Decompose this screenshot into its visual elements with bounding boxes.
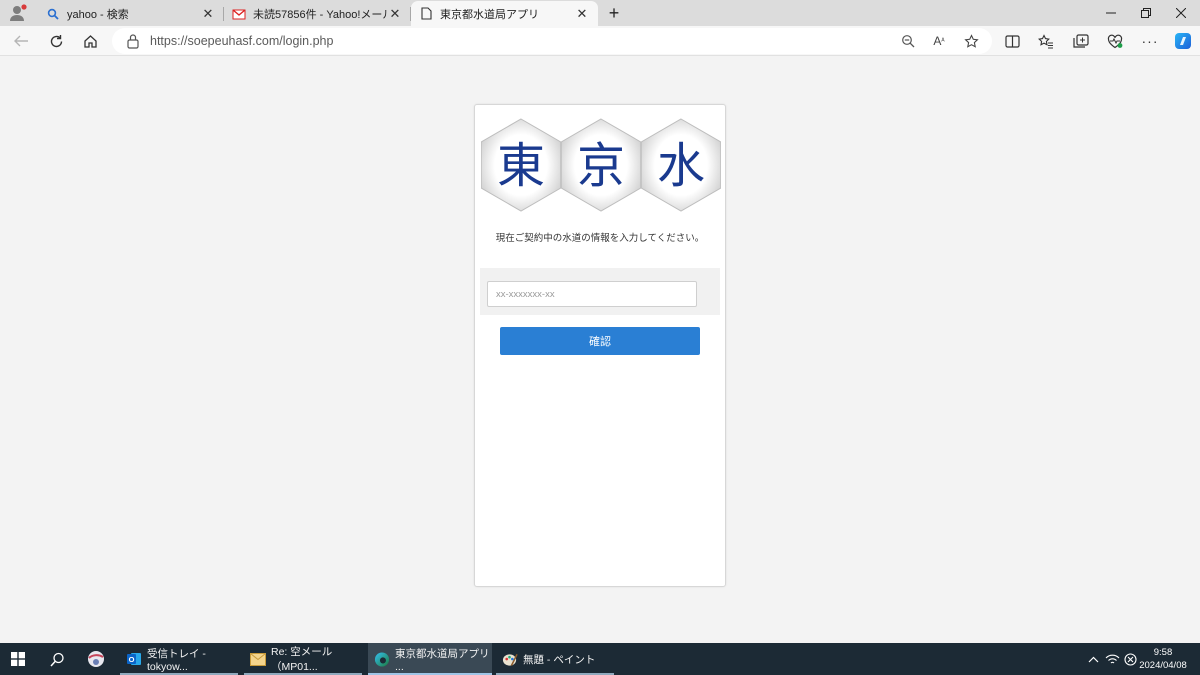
wifi-icon[interactable] bbox=[1104, 651, 1120, 667]
login-card: 東京水 現在ご契約中の水道の情報を入力してください。 確認 bbox=[474, 104, 726, 587]
minimize-icon[interactable] bbox=[1092, 0, 1130, 26]
logo-character: 水 bbox=[657, 138, 705, 194]
edge-icon bbox=[374, 651, 390, 667]
logo-graphic: 東京水 bbox=[480, 118, 722, 212]
confirm-button[interactable]: 確認 bbox=[500, 327, 700, 355]
clock-date: 2024/04/08 bbox=[1139, 660, 1187, 671]
taskbar-clock[interactable]: 9:58 2024/04/08 bbox=[1134, 646, 1192, 672]
address-bar[interactable]: https://soepeuhasf.com/login.php Aᴬ bbox=[112, 28, 992, 54]
windows-taskbar: O 受信トレイ - tokyow... Re: 空メール（MP01... 東京都… bbox=[0, 643, 1200, 675]
yahoo-mail-icon bbox=[232, 7, 246, 21]
split-screen-icon[interactable] bbox=[1001, 30, 1023, 52]
collections-icon[interactable] bbox=[1070, 30, 1092, 52]
browser-essentials-icon[interactable] bbox=[1104, 30, 1126, 52]
home-icon[interactable] bbox=[79, 30, 101, 52]
clock-time: 9:58 bbox=[1153, 647, 1173, 658]
tab-tokyo-water-app[interactable]: 東京都水道局アプリ ✕ bbox=[411, 1, 598, 26]
taskbar-app-label: 東京都水道局アプリ ... bbox=[395, 647, 490, 673]
taskbar-app-edge[interactable]: 東京都水道局アプリ ... bbox=[368, 643, 492, 675]
new-tab-icon[interactable]: + bbox=[604, 3, 624, 23]
page-content: 東京水 現在ご契約中の水道の情報を入力してください。 確認 bbox=[0, 57, 1200, 641]
outlook-icon: O bbox=[126, 651, 142, 667]
customer-number-input[interactable] bbox=[487, 281, 697, 307]
taskbar-app-label: 無題 - ペイント bbox=[523, 653, 596, 666]
close-tab-icon[interactable]: ✕ bbox=[574, 6, 590, 22]
read-aloud-icon[interactable]: Aᴬ bbox=[929, 31, 949, 51]
taskbar-app-outlook[interactable]: O 受信トレイ - tokyow... bbox=[120, 643, 238, 675]
url-text[interactable]: https://soepeuhasf.com/login.php bbox=[150, 34, 333, 48]
browser-toolbar: https://soepeuhasf.com/login.php Aᴬ ··· bbox=[0, 26, 1200, 56]
zoom-out-icon[interactable] bbox=[898, 31, 918, 51]
more-options-icon[interactable]: ··· bbox=[1139, 30, 1161, 52]
tab-yahoo-mail[interactable]: 未読57856件 - Yahoo!メール ✕ bbox=[224, 1, 411, 26]
tab-label: 東京都水道局アプリ bbox=[440, 8, 539, 21]
profile-avatar-icon[interactable] bbox=[8, 3, 28, 23]
windows-start-icon[interactable] bbox=[6, 647, 30, 671]
taskbar-app-label: 受信トレイ - tokyow... bbox=[147, 647, 206, 673]
lock-icon[interactable] bbox=[126, 33, 140, 49]
widget-app-icon[interactable] bbox=[84, 647, 108, 671]
logo-character: 東 bbox=[497, 138, 545, 194]
mail-icon bbox=[250, 651, 266, 667]
favorites-icon[interactable] bbox=[1035, 30, 1057, 52]
close-tab-icon[interactable]: ✕ bbox=[387, 6, 403, 22]
tab-label: yahoo - 検索 bbox=[67, 8, 129, 21]
search-icon[interactable] bbox=[45, 647, 69, 671]
tab-label: 未読57856件 - Yahoo!メール bbox=[253, 8, 387, 21]
paint-icon bbox=[502, 651, 518, 667]
tokyo-water-logo: 東京水 bbox=[480, 117, 722, 213]
browser-tab-strip: yahoo - 検索 ✕ 未読57856件 - Yahoo!メール ✕ 東京都水… bbox=[0, 0, 1200, 26]
svg-text:O: O bbox=[129, 655, 135, 664]
instruction-text: 現在ご契約中の水道の情報を入力してください。 bbox=[495, 233, 705, 244]
form-area bbox=[480, 268, 720, 315]
taskbar-app-paint[interactable]: 無題 - ペイント bbox=[496, 643, 614, 675]
logo-character: 京 bbox=[577, 138, 625, 194]
close-tab-icon[interactable]: ✕ bbox=[200, 6, 216, 22]
restore-icon[interactable] bbox=[1127, 0, 1165, 26]
back-icon[interactable] bbox=[10, 30, 32, 52]
refresh-icon[interactable] bbox=[45, 30, 67, 52]
chevron-up-icon[interactable] bbox=[1085, 651, 1101, 667]
taskbar-app-label: Re: 空メール（MP01... bbox=[271, 646, 333, 673]
close-window-icon[interactable] bbox=[1162, 0, 1200, 26]
copilot-icon[interactable] bbox=[1172, 30, 1194, 52]
taskbar-app-mail[interactable]: Re: 空メール（MP01... bbox=[244, 643, 362, 675]
search-icon bbox=[46, 7, 60, 21]
page-icon bbox=[419, 7, 433, 21]
favorite-star-icon[interactable] bbox=[961, 31, 981, 51]
tab-yahoo-search[interactable]: yahoo - 検索 ✕ bbox=[38, 1, 224, 26]
